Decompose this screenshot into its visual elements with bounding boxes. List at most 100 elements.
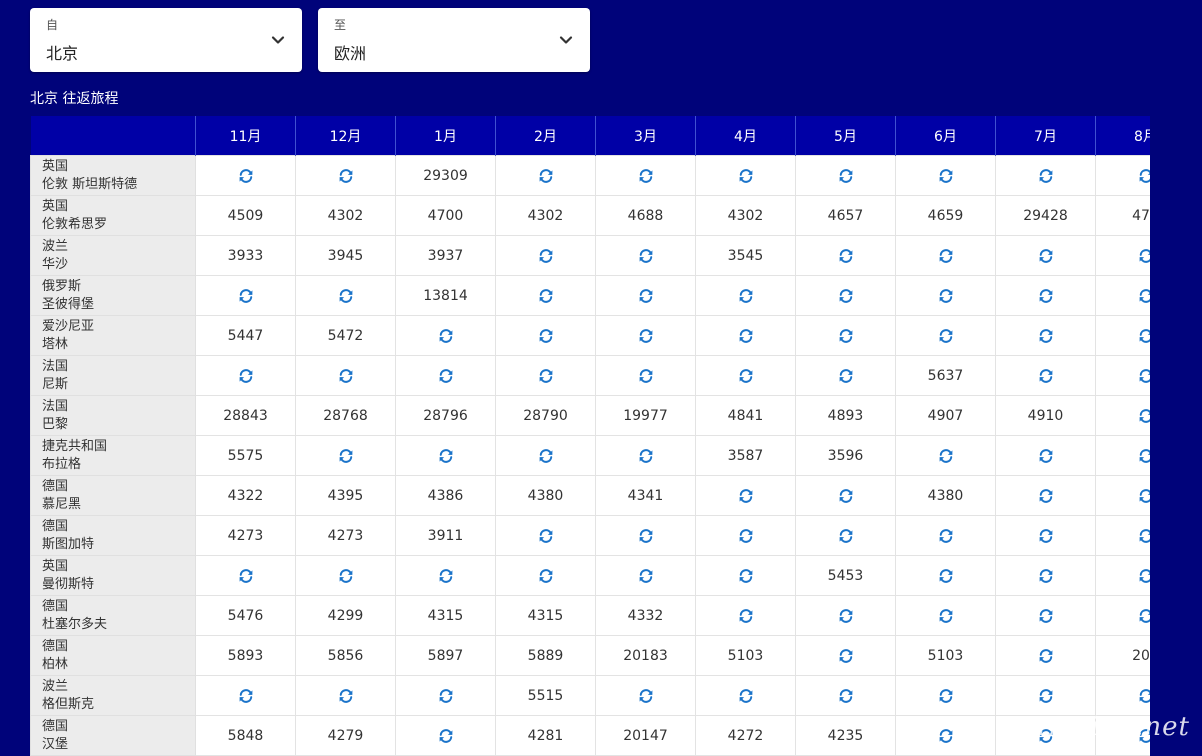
refresh-price-cell[interactable] <box>995 235 1096 276</box>
price-cell[interactable]: 4509 <box>195 195 296 236</box>
price-cell[interactable]: 20147 <box>595 715 696 756</box>
price-cell[interactable]: 28790 <box>495 395 596 436</box>
refresh-icon[interactable] <box>1037 167 1055 185</box>
price-cell[interactable]: 3545 <box>695 235 796 276</box>
price-cell[interactable]: 4688 <box>595 195 696 236</box>
refresh-price-cell[interactable] <box>495 155 596 196</box>
price-cell[interactable]: 4380 <box>495 475 596 516</box>
refresh-price-cell[interactable] <box>595 355 696 396</box>
refresh-price-cell[interactable] <box>1095 315 1150 356</box>
refresh-icon[interactable] <box>1037 487 1055 505</box>
refresh-price-cell[interactable] <box>795 355 896 396</box>
refresh-price-cell[interactable] <box>395 355 496 396</box>
refresh-price-cell[interactable] <box>495 435 596 476</box>
refresh-price-cell[interactable] <box>995 155 1096 196</box>
refresh-icon[interactable] <box>337 687 355 705</box>
refresh-price-cell[interactable] <box>995 315 1096 356</box>
refresh-icon[interactable] <box>1137 567 1151 585</box>
refresh-price-cell[interactable] <box>1095 395 1150 436</box>
refresh-icon[interactable] <box>737 527 755 545</box>
price-cell[interactable]: 5848 <box>195 715 296 756</box>
refresh-price-cell[interactable] <box>595 315 696 356</box>
refresh-price-cell[interactable] <box>695 515 796 556</box>
refresh-icon[interactable] <box>1137 287 1151 305</box>
refresh-icon[interactable] <box>1137 527 1151 545</box>
refresh-price-cell[interactable] <box>595 555 696 596</box>
refresh-icon[interactable] <box>937 727 955 745</box>
refresh-icon[interactable] <box>737 687 755 705</box>
refresh-icon[interactable] <box>1137 487 1151 505</box>
price-cell[interactable]: 28768 <box>295 395 396 436</box>
refresh-price-cell[interactable] <box>495 235 596 276</box>
refresh-price-cell[interactable] <box>695 275 796 316</box>
refresh-price-cell[interactable] <box>295 155 396 196</box>
refresh-price-cell[interactable] <box>595 155 696 196</box>
refresh-icon[interactable] <box>1137 367 1151 385</box>
price-cell[interactable]: 3587 <box>695 435 796 476</box>
refresh-price-cell[interactable] <box>895 235 996 276</box>
price-cell[interactable]: 4907 <box>895 395 996 436</box>
refresh-icon[interactable] <box>837 167 855 185</box>
refresh-icon[interactable] <box>437 447 455 465</box>
refresh-price-cell[interactable] <box>795 235 896 276</box>
price-cell[interactable]: 4315 <box>495 595 596 636</box>
refresh-price-cell[interactable] <box>795 475 896 516</box>
refresh-price-cell[interactable] <box>695 155 796 196</box>
refresh-icon[interactable] <box>737 487 755 505</box>
refresh-icon[interactable] <box>537 447 555 465</box>
price-cell[interactable]: 4302 <box>295 195 396 236</box>
refresh-icon[interactable] <box>337 167 355 185</box>
refresh-price-cell[interactable] <box>995 355 1096 396</box>
refresh-price-cell[interactable] <box>195 155 296 196</box>
refresh-price-cell[interactable] <box>995 475 1096 516</box>
refresh-icon[interactable] <box>437 567 455 585</box>
fare-table-container[interactable]: 11月 12月 1月 2月 3月 4月 5月 6月 7月 8月 英国 伦敦 斯坦斯特德 29309 英国… <box>30 116 1150 756</box>
price-cell[interactable]: 19977 <box>595 395 696 436</box>
refresh-icon[interactable] <box>1037 687 1055 705</box>
price-cell[interactable]: 476 <box>1095 195 1150 236</box>
refresh-icon[interactable] <box>1137 447 1151 465</box>
price-cell[interactable]: 4279 <box>295 715 396 756</box>
refresh-icon[interactable] <box>437 367 455 385</box>
refresh-price-cell[interactable] <box>1095 355 1151 396</box>
refresh-icon[interactable] <box>637 527 655 545</box>
refresh-price-cell[interactable] <box>595 515 696 556</box>
refresh-price-cell[interactable] <box>695 595 796 636</box>
refresh-icon[interactable] <box>937 447 955 465</box>
price-cell[interactable]: 4659 <box>895 195 996 236</box>
refresh-icon[interactable] <box>737 327 755 345</box>
refresh-icon[interactable] <box>237 287 255 305</box>
refresh-price-cell[interactable] <box>795 595 896 636</box>
refresh-icon[interactable] <box>637 167 655 185</box>
refresh-price-cell[interactable] <box>695 355 796 396</box>
refresh-icon[interactable] <box>837 607 855 625</box>
refresh-price-cell[interactable] <box>795 275 896 316</box>
refresh-price-cell[interactable] <box>795 635 896 676</box>
price-cell[interactable]: 4235 <box>795 715 896 756</box>
price-cell[interactable]: 4386 <box>395 475 496 516</box>
refresh-icon[interactable] <box>737 607 755 625</box>
price-cell[interactable]: 4341 <box>595 475 696 516</box>
refresh-price-cell[interactable] <box>195 675 296 716</box>
price-cell[interactable]: 3933 <box>195 235 296 276</box>
refresh-price-cell[interactable] <box>995 595 1096 636</box>
refresh-price-cell[interactable] <box>595 435 696 476</box>
refresh-price-cell[interactable] <box>995 555 1096 596</box>
refresh-icon[interactable] <box>837 527 855 545</box>
refresh-price-cell[interactable] <box>895 675 996 716</box>
refresh-icon[interactable] <box>437 687 455 705</box>
price-cell[interactable]: 5515 <box>495 675 596 716</box>
refresh-icon[interactable] <box>337 447 355 465</box>
refresh-icon[interactable] <box>337 367 355 385</box>
refresh-icon[interactable] <box>337 567 355 585</box>
refresh-price-cell[interactable] <box>1095 475 1151 516</box>
to-select[interactable]: 至 欧洲 <box>318 8 590 72</box>
price-cell[interactable]: 5447 <box>195 315 296 356</box>
price-cell[interactable]: 5893 <box>195 635 296 676</box>
refresh-price-cell[interactable] <box>895 275 996 316</box>
refresh-icon[interactable] <box>237 687 255 705</box>
refresh-icon[interactable] <box>937 327 955 345</box>
refresh-icon[interactable] <box>537 167 555 185</box>
price-cell[interactable]: 4657 <box>795 195 896 236</box>
price-cell[interactable]: 4273 <box>295 515 396 556</box>
